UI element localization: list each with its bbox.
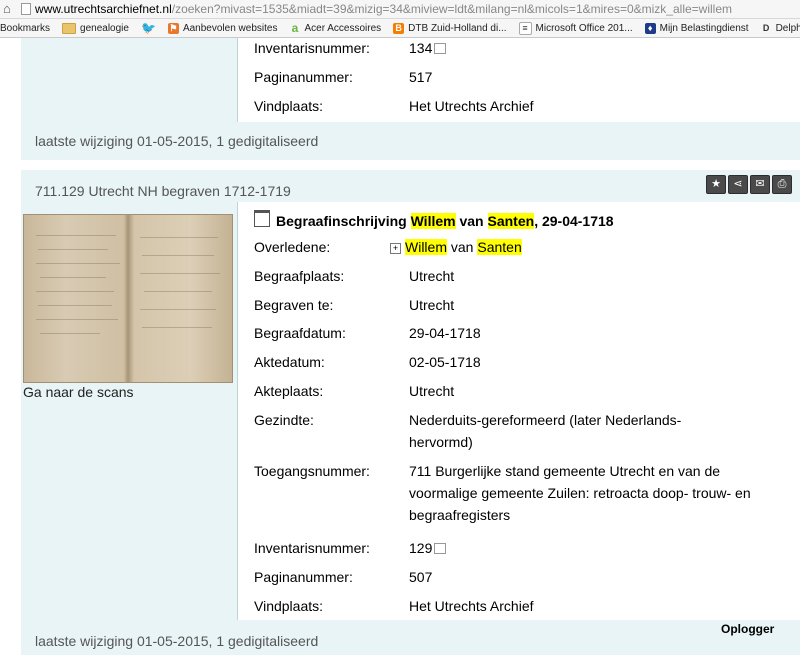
deceased-value: + Willem van Santen [390,236,770,258]
external-link-icon [434,543,447,554]
field-label: Overledene: [254,239,331,255]
bookmark-office[interactable]: ≡ Microsoft Office 201... [518,21,633,35]
external-link-icon [434,43,447,54]
bookmark-icon[interactable]: ★ [706,175,726,194]
share-icon[interactable]: ⋖ [728,175,748,194]
field-label: Inventarisnummer: [254,40,370,56]
bookmark-belasting[interactable]: ♦ Mijn Belastingdienst [644,22,749,34]
bookmarks-label[interactable]: Bookmarks [0,23,50,34]
folder-icon [62,22,77,34]
record-1-footer: laatste wijziging 01-05-2015, 1 gedigita… [35,133,319,149]
page-icon [21,3,31,15]
bookmark-delpher[interactable]: DDelpher - Boeken [761,23,800,34]
belasting-icon: ♦ [644,22,656,34]
delpher-icon: D [762,22,770,33]
expand-icon[interactable]: + [390,243,401,254]
bookmark-dtb[interactable]: B DTB Zuid-Holland di... [393,22,507,34]
watermark-text: Oplogger [721,622,775,636]
bookmark-icon: ⚑ [167,22,179,34]
field-value: 517 [409,69,433,85]
address-bar[interactable]: ⌂ www.utrechtsarchiefnet.nl/zoeken?mivas… [0,0,800,19]
bookmark-acer[interactable]: a Acer Accessoires [289,20,382,35]
bookmark-twitter[interactable]: 🐦 [140,20,156,35]
bookmarks-bar: Bookmarks genealogie 🐦 ⚑ Aanbevolen websi… [0,19,800,38]
scan-thumbnail[interactable] [23,214,233,383]
scans-link[interactable]: Ga naar de scans [23,384,134,400]
url-host: www.utrechtsarchiefnet.nl [35,2,172,16]
bookmark-aanbevolen[interactable]: ⚑ Aanbevolen websites [167,22,277,34]
bookmark-genealogie[interactable]: genealogie [62,22,129,34]
record-2-footer: laatste wijziging 01-05-2015, 1 gedigita… [35,633,319,649]
record-2-header: 711.129 Utrecht NH begraven 1712-1719 [35,183,291,199]
print-icon[interactable]: ⎙ [772,175,792,194]
record-toolbar: ★ ⋖ ✉ ⎙ [706,175,794,194]
building-icon [254,210,270,227]
inventory-link[interactable]: 129 [409,537,789,559]
record-title: Begraafinschrijving Willem van Santen, 2… [254,209,614,229]
office-icon: ≡ [518,21,532,35]
blogger-icon: B [393,22,405,34]
mail-icon[interactable]: ✉ [750,175,770,194]
field-label: Paginanummer: [254,69,353,85]
acer-icon: a [291,20,299,35]
url-path: /zoeken?mivast=1535&miadt=39&mizig=34&mi… [171,2,732,16]
home-icon[interactable]: ⌂ [3,2,17,16]
field-value: Het Utrechts Archief [409,98,534,114]
twitter-icon: 🐦 [140,20,156,35]
page-content: Inventarisnummer: 134 Paginanummer: 517 … [0,38,800,655]
field-label: Vindplaats: [254,98,324,114]
inventory-link[interactable]: 134 [409,37,789,59]
